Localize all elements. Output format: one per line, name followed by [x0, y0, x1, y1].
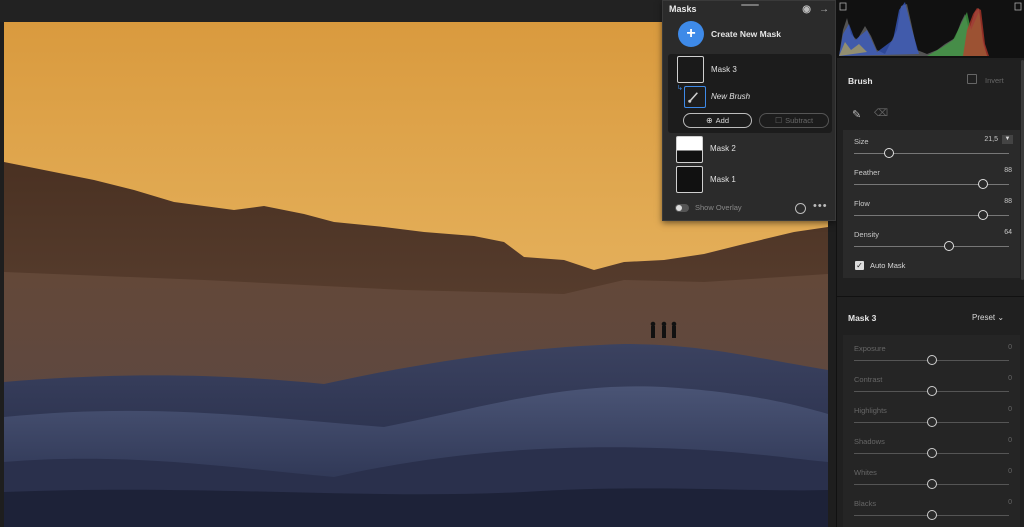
highlights-label: Highlights — [854, 406, 887, 415]
blacks-value[interactable]: 0 — [1008, 499, 1012, 506]
preset-dropdown[interactable]: Preset ⌄ — [972, 313, 1004, 322]
preset-label: Preset — [972, 313, 996, 322]
mask3-group[interactable]: Mask 3 ↳ New Brush ⊕ Add ☐ Subtract — [668, 54, 832, 133]
highlights-value[interactable]: 0 — [1008, 406, 1012, 413]
invert-icon[interactable] — [967, 74, 977, 84]
contrast-slider-knob[interactable] — [927, 386, 937, 396]
feather-label: Feather — [854, 168, 880, 177]
add-brush-icon: ⊕ — [705, 116, 713, 125]
blacks-label: Blacks — [854, 499, 877, 508]
blacks-slider-knob[interactable] — [927, 510, 937, 520]
subtract-button-label: Subtract — [785, 116, 814, 125]
show-overlay-label: Show Overlay — [695, 203, 742, 212]
link-arrow-icon: ↳ — [677, 85, 683, 92]
overlay-color-icon[interactable] — [795, 203, 806, 214]
brush-settings: Size 21,5 ▼ Feather 88 Flow 88 Density 6… — [843, 130, 1020, 278]
more-options-icon[interactable]: ••• — [813, 200, 828, 212]
feather-slider-knob[interactable] — [978, 179, 988, 189]
flow-slider-knob[interactable] — [978, 210, 988, 220]
invert-label[interactable]: Invert — [985, 76, 1004, 85]
density-value[interactable]: 64 — [1004, 229, 1012, 236]
masks-panel: Masks ◉ → + Create New Mask Mask 3 ↳ New… — [662, 0, 836, 221]
mask2-thumbnail[interactable] — [676, 136, 703, 163]
mask3-thumbnail[interactable] — [677, 56, 704, 83]
histogram — [837, 0, 1024, 58]
masks-panel-title: Masks — [669, 4, 697, 14]
exposure-slider-knob[interactable] — [927, 355, 937, 365]
size-value[interactable]: 21,5 — [984, 136, 998, 143]
flow-label: Flow — [854, 199, 870, 208]
auto-mask-checkbox[interactable]: ✓ — [855, 261, 864, 270]
plus-icon[interactable]: + — [678, 21, 704, 47]
size-slider-knob[interactable] — [884, 148, 894, 158]
mask3-label: Mask 3 — [711, 65, 737, 74]
density-label: Density — [854, 230, 880, 239]
exposure-value[interactable]: 0 — [1008, 344, 1012, 351]
size-label: Size — [854, 137, 869, 146]
shadows-value[interactable]: 0 — [1008, 437, 1012, 444]
masks-panel-header[interactable]: Masks ◉ → — [663, 1, 835, 17]
brush-tool-icon[interactable]: ✎ — [852, 108, 861, 121]
feather-value[interactable]: 88 — [1004, 167, 1012, 174]
mask3-adjust-title: Mask 3 — [848, 313, 877, 323]
show-overlay-row[interactable]: Show Overlay — [675, 203, 742, 212]
eye-icon[interactable]: ◉ — [802, 4, 811, 15]
new-brush-thumbnail[interactable] — [684, 86, 706, 108]
mask1-thumbnail[interactable] — [676, 166, 703, 193]
subtract-icon: ☐ — [774, 116, 783, 125]
brush-icon — [688, 92, 698, 103]
mask1-label[interactable]: Mask 1 — [710, 175, 736, 184]
arrow-right-icon[interactable]: → — [819, 4, 829, 15]
mask2-label[interactable]: Mask 2 — [710, 144, 736, 153]
whites-value[interactable]: 0 — [1008, 468, 1012, 475]
auto-mask-label: Auto Mask — [870, 261, 906, 270]
highlights-slider-knob[interactable] — [927, 417, 937, 427]
show-overlay-toggle[interactable] — [675, 203, 689, 212]
create-new-mask-label: Create New Mask — [711, 29, 781, 39]
subtract-button[interactable]: ☐ Subtract — [759, 113, 829, 128]
mask3-adjust-sliders: Exposure 0 Contrast 0 Highlights 0 Shado… — [843, 335, 1020, 527]
add-button[interactable]: ⊕ Add — [683, 113, 752, 128]
size-slider-track[interactable] — [854, 153, 1009, 154]
whites-slider-knob[interactable] — [927, 479, 937, 489]
density-slider-knob[interactable] — [944, 241, 954, 251]
panel-divider — [837, 296, 1024, 297]
size-dropdown-icon[interactable]: ▼ — [1002, 135, 1013, 144]
contrast-label: Contrast — [854, 375, 883, 384]
new-brush-label: New Brush — [711, 92, 751, 101]
brush-title: Brush — [848, 76, 873, 86]
add-button-label: Add — [715, 116, 730, 125]
eraser-icon[interactable]: ⌫ — [874, 108, 888, 119]
shadows-slider-knob[interactable] — [927, 448, 937, 458]
drag-handle-icon[interactable] — [741, 4, 759, 6]
shadows-label: Shadows — [854, 437, 885, 446]
create-new-mask-button[interactable]: + Create New Mask — [678, 21, 781, 47]
chevron-down-icon: ⌄ — [997, 313, 1005, 322]
lightroom-window: Masks ◉ → + Create New Mask Mask 3 ↳ New… — [0, 0, 1024, 527]
whites-label: Whites — [854, 468, 877, 477]
exposure-label: Exposure — [854, 344, 886, 353]
density-slider-track[interactable] — [854, 246, 1009, 247]
flow-value[interactable]: 88 — [1004, 198, 1012, 205]
contrast-value[interactable]: 0 — [1008, 375, 1012, 382]
right-panel: Brush Invert ✎ ⌫ Size 21,5 ▼ Feather 88 … — [836, 0, 1024, 527]
